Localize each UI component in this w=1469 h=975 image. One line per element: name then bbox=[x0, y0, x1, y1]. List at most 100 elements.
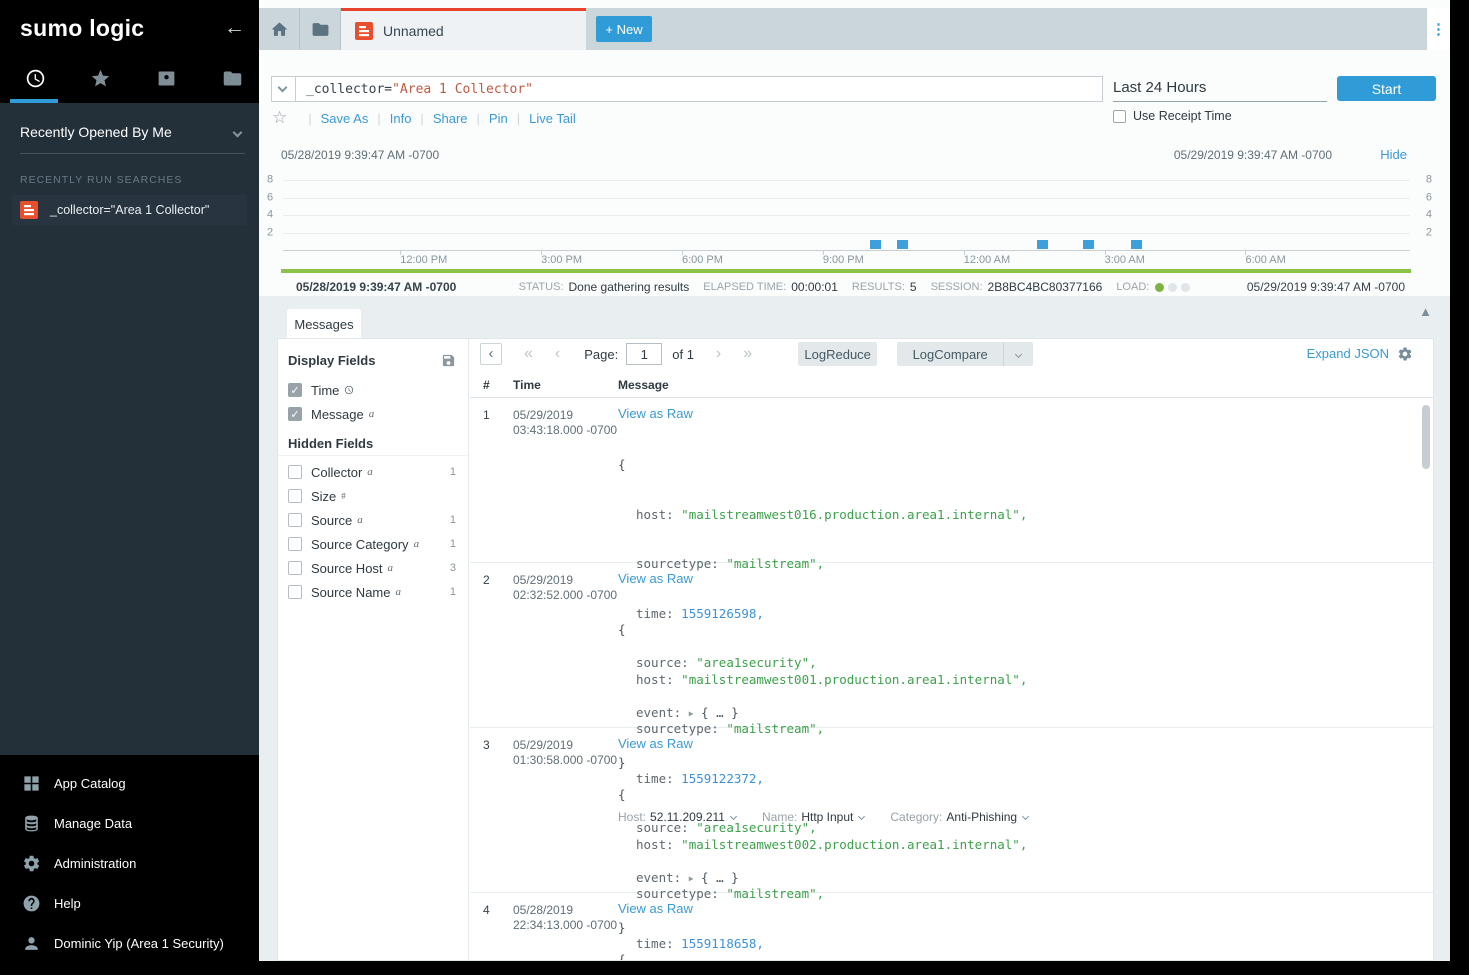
y-axis-tick: 2 bbox=[267, 226, 273, 238]
recent-panel-header[interactable]: Recently Opened By Me bbox=[20, 124, 245, 154]
live-tail-link[interactable]: Live Tail bbox=[529, 111, 576, 126]
chevron-down-icon bbox=[1015, 350, 1022, 357]
message-row[interactable]: 2 05/29/201902:32:52.000 -0700 View as R… bbox=[470, 563, 1433, 728]
checked-checkbox[interactable]: ✓ bbox=[288, 407, 302, 421]
x-axis-tick: 6:00 AM bbox=[1245, 254, 1285, 266]
field-row-source-name[interactable]: Source Name a 1 bbox=[278, 580, 468, 604]
view-as-raw-link[interactable]: View as Raw bbox=[618, 571, 693, 586]
unchecked-checkbox[interactable] bbox=[288, 489, 302, 503]
info-link[interactable]: Info bbox=[390, 111, 412, 126]
list-settings-gear-icon[interactable] bbox=[1397, 346, 1413, 362]
histogram-bar[interactable] bbox=[1083, 240, 1094, 249]
elapsed-label: ELAPSED TIME: bbox=[703, 281, 786, 293]
next-page-icon[interactable]: › bbox=[716, 345, 721, 363]
recent-clock-icon[interactable] bbox=[25, 68, 46, 89]
search-query-input[interactable]: _collector="Area 1 Collector" bbox=[295, 76, 1103, 102]
grid-icon bbox=[22, 774, 41, 793]
unchecked-checkbox[interactable] bbox=[288, 585, 302, 599]
field-row-collector[interactable]: Collector a 1 bbox=[278, 460, 468, 484]
field-row-message[interactable]: ✓ Message a bbox=[278, 402, 468, 426]
histogram-bar[interactable] bbox=[897, 240, 908, 249]
y-axis-tick: 4 bbox=[267, 208, 273, 220]
recent-section-label: RECENTLY RUN SEARCHES bbox=[20, 174, 182, 186]
column-time: Time bbox=[513, 378, 541, 392]
histogram-bar[interactable] bbox=[1037, 240, 1048, 249]
expand-json-link[interactable]: Expand JSON bbox=[1307, 346, 1389, 361]
collapse-fields-button[interactable]: ‹ bbox=[480, 343, 502, 365]
message-row[interactable]: 3 05/29/201901:30:58.000 -0700 View as R… bbox=[470, 728, 1433, 893]
histogram-bar[interactable] bbox=[870, 240, 881, 249]
view-as-raw-link[interactable]: View as Raw bbox=[618, 736, 693, 751]
checked-checkbox[interactable]: ✓ bbox=[288, 383, 302, 397]
logreduce-button[interactable]: LogReduce bbox=[798, 342, 877, 366]
home-icon bbox=[270, 20, 289, 39]
field-row-size[interactable]: Size # bbox=[278, 484, 468, 508]
library-button[interactable] bbox=[300, 8, 341, 50]
favorites-star-icon[interactable] bbox=[90, 68, 111, 89]
results-histogram[interactable]: 8 6 4 2 8 6 4 2 bbox=[283, 172, 1410, 250]
view-as-raw-link[interactable]: View as Raw bbox=[618, 406, 693, 421]
save-fields-icon[interactable] bbox=[441, 353, 456, 368]
unchecked-checkbox[interactable] bbox=[288, 465, 302, 479]
x-axis-tick: 12:00 PM bbox=[400, 254, 447, 266]
collapse-sidebar-icon[interactable]: ← bbox=[224, 16, 245, 40]
favorite-star-icon[interactable]: ☆ bbox=[272, 108, 287, 128]
logcompare-button[interactable]: LogCompare bbox=[897, 342, 1003, 366]
message-list: ‹ « ‹ Page: of 1 › » LogReduce LogCompar… bbox=[470, 339, 1433, 961]
home-button[interactable] bbox=[259, 8, 300, 50]
tab-options-button[interactable]: ⋮ bbox=[1427, 8, 1450, 50]
scrollbar[interactable] bbox=[1422, 401, 1430, 958]
log-search-icon bbox=[20, 201, 38, 219]
field-row-source[interactable]: Source a 1 bbox=[278, 508, 468, 532]
load-label: LOAD: bbox=[1116, 281, 1149, 293]
prev-page-icon[interactable]: ‹ bbox=[555, 345, 560, 363]
use-receipt-time[interactable]: Use Receipt Time bbox=[1113, 109, 1232, 123]
start-search-button[interactable]: Start bbox=[1337, 76, 1436, 101]
gridline bbox=[283, 233, 1410, 234]
view-as-raw-link[interactable]: View as Raw bbox=[618, 901, 693, 916]
library-folder-icon[interactable] bbox=[222, 68, 243, 89]
time-range-selector[interactable]: Last 24 Hours bbox=[1113, 74, 1327, 102]
histogram-bar[interactable] bbox=[1131, 240, 1142, 249]
save-as-link[interactable]: Save As bbox=[321, 111, 369, 126]
sidebar-item-manage-data[interactable]: Manage Data bbox=[0, 803, 259, 843]
sidebar-item-help[interactable]: Help bbox=[0, 883, 259, 923]
receipt-time-checkbox[interactable] bbox=[1113, 110, 1126, 123]
collapse-panel-icon[interactable]: ▲ bbox=[1419, 304, 1432, 319]
string-type-icon: a bbox=[367, 466, 373, 478]
receipt-time-label: Use Receipt Time bbox=[1133, 109, 1232, 123]
page-number-input[interactable] bbox=[626, 343, 662, 365]
message-row[interactable]: 4 05/28/201922:34:13.000 -0700 View as R… bbox=[470, 893, 1433, 961]
list-header: # Time Message bbox=[470, 371, 1433, 398]
field-label: Source Category bbox=[311, 537, 409, 552]
tab-messages[interactable]: Messages bbox=[287, 309, 361, 339]
sidebar-item-user-account[interactable]: Dominic Yip (Area 1 Security) bbox=[0, 923, 259, 963]
unchecked-checkbox[interactable] bbox=[288, 537, 302, 551]
field-row-source-category[interactable]: Source Category a 1 bbox=[278, 532, 468, 556]
scrollbar-thumb[interactable] bbox=[1422, 405, 1430, 469]
row-number: 1 bbox=[483, 408, 490, 422]
time-range-label: Last 24 Hours bbox=[1113, 79, 1206, 96]
personal-library-icon[interactable] bbox=[156, 68, 177, 89]
new-tab-button[interactable]: + New bbox=[596, 16, 652, 42]
field-label: Source Host bbox=[311, 561, 383, 576]
pin-link[interactable]: Pin bbox=[489, 111, 508, 126]
share-link[interactable]: Share bbox=[433, 111, 468, 126]
session-value: 2B8BC4BC80377166 bbox=[988, 280, 1103, 294]
recent-search-item[interactable]: _collector="Area 1 Collector" bbox=[12, 195, 247, 225]
first-page-icon[interactable]: « bbox=[524, 345, 533, 363]
x-axis-tick: 9:00 PM bbox=[823, 254, 864, 266]
query-history-dropdown[interactable] bbox=[271, 76, 296, 102]
logcompare-dropdown[interactable] bbox=[1003, 342, 1033, 366]
sidebar-item-app-catalog[interactable]: App Catalog bbox=[0, 763, 259, 803]
last-page-icon[interactable]: » bbox=[743, 345, 752, 363]
field-row-source-host[interactable]: Source Host a 3 bbox=[278, 556, 468, 580]
unchecked-checkbox[interactable] bbox=[288, 561, 302, 575]
field-row-time[interactable]: ✓ Time bbox=[278, 378, 468, 402]
sidebar-item-administration[interactable]: Administration bbox=[0, 843, 259, 883]
search-progress-bar bbox=[281, 269, 1411, 273]
hide-histogram-link[interactable]: Hide bbox=[1380, 147, 1407, 162]
message-row[interactable]: 1 05/29/201903:43:18.000 -0700 View as R… bbox=[470, 398, 1433, 563]
tab-unnamed[interactable]: Unnamed bbox=[341, 8, 586, 50]
unchecked-checkbox[interactable] bbox=[288, 513, 302, 527]
